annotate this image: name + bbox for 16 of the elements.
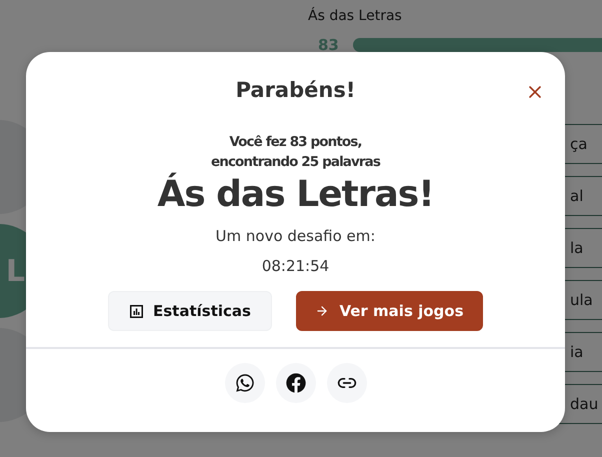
whatsapp-icon [234, 373, 254, 393]
whatsapp-share-button[interactable] [224, 363, 264, 403]
dialog-title: Parabéns! [236, 78, 356, 102]
tile-letter: L [6, 254, 25, 288]
facebook-icon [286, 373, 306, 393]
score-value: 83 [318, 36, 339, 54]
statistics-button[interactable]: Estatísticas [108, 291, 272, 331]
countdown: 08:21:54 [262, 257, 330, 275]
more-games-button[interactable]: Ver mais jogos [296, 291, 483, 331]
copy-link-button[interactable] [326, 363, 366, 403]
facebook-share-button[interactable] [276, 363, 316, 403]
game-title: Ás das Letras [308, 8, 402, 24]
bar-chart-icon [130, 304, 143, 318]
rank-title: Ás das Letras! [157, 174, 434, 215]
next-challenge-label: Um novo desafio em: [216, 227, 376, 245]
score-summary: Você fez 83 pontos, encontrando 25 palavras [210, 133, 380, 172]
